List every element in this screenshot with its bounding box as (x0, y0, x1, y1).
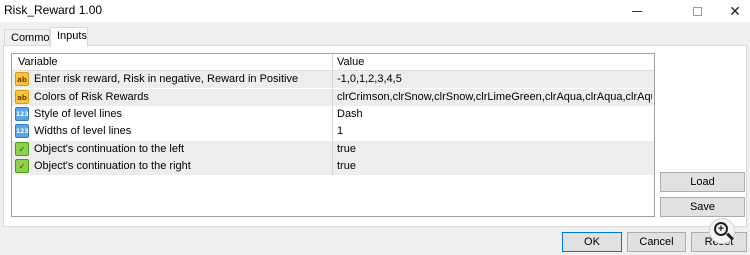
column-divider (332, 89, 333, 106)
inputs-table: Variable Value ab Enter risk reward, Ris… (11, 53, 655, 217)
column-divider (332, 106, 333, 123)
table-row[interactable]: ✓ Object's continuation to the right tru… (12, 158, 654, 175)
column-divider (332, 123, 333, 140)
maximize-icon (692, 6, 702, 16)
minimize-icon (632, 10, 642, 12)
table-row[interactable]: 123 Style of level lines Dash (12, 106, 654, 123)
tab-common[interactable]: Common (4, 29, 56, 46)
table-header: Variable Value (12, 54, 654, 71)
row-variable: Widths of level lines (34, 125, 132, 137)
row-value[interactable]: -1,0,1,2,3,4,5 (337, 71, 652, 88)
row-value[interactable]: 1 (337, 123, 652, 140)
text-param-icon: ab (15, 72, 29, 86)
row-value[interactable]: true (337, 158, 652, 175)
bool-param-icon: ✓ (15, 142, 29, 156)
column-divider (332, 54, 333, 71)
row-value[interactable]: Dash (337, 106, 652, 123)
cancel-button[interactable]: Cancel (627, 232, 686, 252)
table-row[interactable]: ab Colors of Risk Rewards clrCrimson,clr… (12, 89, 654, 106)
window-title: Risk_Reward 1.00 (4, 3, 103, 17)
row-value[interactable]: clrCrimson,clrSnow,clrSnow,clrLimeGreen,… (337, 89, 652, 106)
column-divider (332, 71, 333, 88)
text-param-icon: ab (15, 90, 29, 104)
table-row[interactable]: 123 Widths of level lines 1 (12, 123, 654, 140)
bool-param-icon: ✓ (15, 159, 29, 173)
row-value[interactable]: true (337, 141, 652, 158)
close-button[interactable]: ✕ (712, 0, 750, 22)
zoom-handle (726, 232, 734, 241)
minimize-button[interactable] (614, 0, 660, 22)
ok-button[interactable]: OK (562, 232, 622, 252)
row-variable: Colors of Risk Rewards (34, 91, 149, 103)
numeric-param-icon: 123 (15, 124, 29, 138)
header-variable: Variable (18, 56, 58, 68)
table-row[interactable]: ab Enter risk reward, Risk in negative, … (12, 71, 654, 88)
row-variable: Object's continuation to the right (34, 160, 191, 172)
row-variable: Object's continuation to the left (34, 143, 185, 155)
title-bar: Risk_Reward 1.00 ✕ (0, 0, 750, 22)
load-button[interactable]: Load (660, 172, 745, 192)
numeric-param-icon: 123 (15, 107, 29, 121)
table-row[interactable]: ✓ Object's continuation to the left true (12, 141, 654, 158)
row-variable: Enter risk reward, Risk in negative, Rew… (34, 73, 299, 85)
close-icon: ✕ (729, 3, 741, 19)
column-divider (332, 141, 333, 158)
tab-inputs[interactable]: Inputs (50, 27, 88, 47)
header-value: Value (337, 56, 365, 68)
zoom-in-icon[interactable]: + (709, 218, 735, 244)
save-button[interactable]: Save (660, 197, 745, 217)
column-divider (332, 158, 333, 175)
row-variable: Style of level lines (34, 108, 123, 120)
